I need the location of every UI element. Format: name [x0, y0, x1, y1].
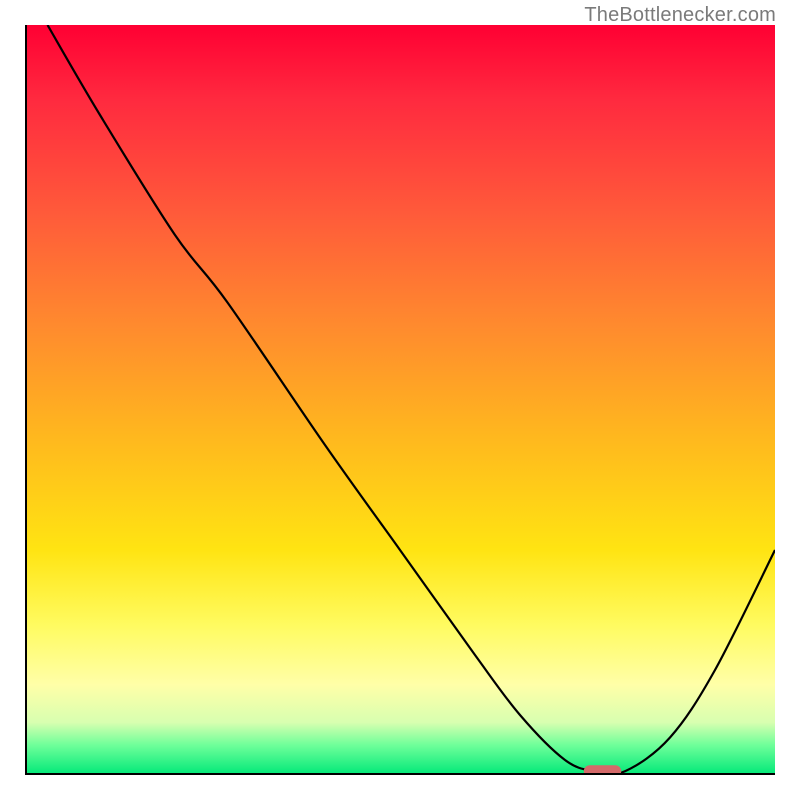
bottleneck-chart: TheBottlenecker.com — [0, 0, 800, 800]
optimal-marker — [584, 765, 622, 775]
chart-plot-area — [25, 25, 775, 775]
watermark-text: TheBottlenecker.com — [584, 4, 776, 27]
chart-curve — [48, 25, 776, 774]
